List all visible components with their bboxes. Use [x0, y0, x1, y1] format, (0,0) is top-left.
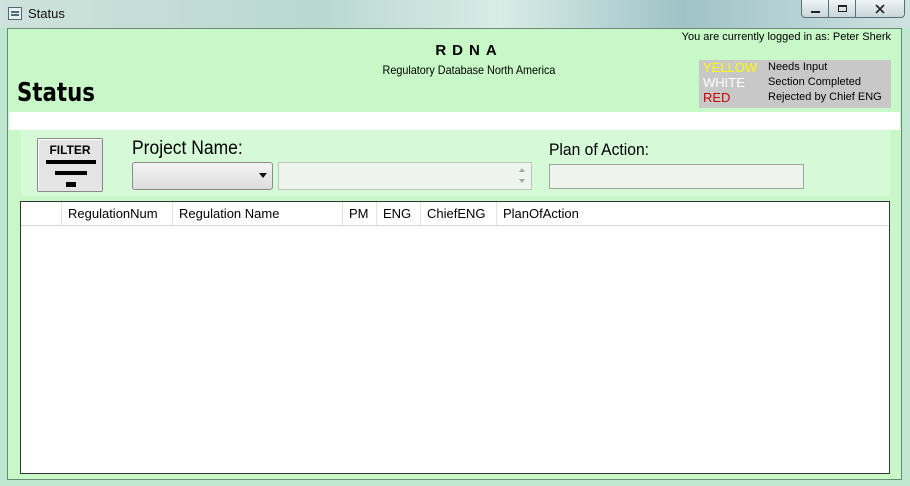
- project-name-textbox[interactable]: [278, 162, 532, 190]
- column-header-regulation-name[interactable]: Regulation Name: [173, 202, 343, 225]
- header-divider: [9, 112, 900, 130]
- row-selector-header[interactable]: [21, 202, 62, 225]
- maximize-icon: [837, 5, 847, 12]
- scroll-down-icon[interactable]: [519, 179, 525, 183]
- filter-button[interactable]: FILTER: [37, 138, 103, 192]
- legend-key-yellow: YELLOW: [703, 60, 758, 75]
- legend-row-white: WHITE Section Completed: [699, 75, 891, 90]
- legend-key-red: RED: [703, 90, 731, 105]
- app-subtitle: Regulatory Database North America: [382, 63, 556, 77]
- scroll-spinner[interactable]: [516, 164, 530, 188]
- project-name-label: Project Name:: [132, 138, 243, 159]
- main-frame: Status RDNA Regulatory Database North Am…: [7, 28, 902, 480]
- grid-header: RegulationNum Regulation Name PM ENG Chi…: [21, 202, 889, 226]
- column-header-plan-of-action[interactable]: PlanOfAction: [497, 202, 889, 225]
- title-bar[interactable]: Status: [0, 0, 910, 28]
- minimize-icon: [810, 10, 820, 13]
- close-icon: [875, 3, 885, 14]
- project-name-dropdown[interactable]: [132, 162, 273, 190]
- legend-row-red: RED Rejected by Chief ENG: [699, 90, 891, 105]
- close-button[interactable]: [856, 0, 905, 18]
- app-name: RDNA: [435, 42, 503, 59]
- column-header-pm[interactable]: PM: [343, 202, 377, 225]
- legend-desc-white: Section Completed: [768, 76, 861, 88]
- filter-icon: [46, 160, 96, 190]
- scroll-up-icon[interactable]: [519, 168, 525, 172]
- window-title: Status: [28, 6, 65, 21]
- header: Status RDNA Regulatory Database North Am…: [9, 30, 900, 112]
- maximize-button[interactable]: [829, 0, 856, 18]
- column-header-regulation-num[interactable]: RegulationNum: [62, 202, 173, 225]
- color-legend: YELLOW Needs Input WHITE Section Complet…: [699, 60, 891, 108]
- login-status: You are currently logged in as: Peter Sh…: [681, 31, 891, 43]
- plan-of-action-input[interactable]: [549, 164, 804, 189]
- plan-of-action-label: Plan of Action:: [549, 140, 649, 159]
- filter-button-label: FILTER: [49, 143, 91, 157]
- legend-row-yellow: YELLOW Needs Input: [699, 60, 891, 75]
- dropdown-arrow-icon: [259, 173, 267, 178]
- column-header-chief-eng[interactable]: ChiefENG: [421, 202, 497, 225]
- page-title: Status: [17, 78, 96, 108]
- legend-desc-red: Rejected by Chief ENG: [768, 91, 882, 103]
- column-header-eng[interactable]: ENG: [377, 202, 421, 225]
- window-controls: [801, 0, 905, 19]
- app-window-icon[interactable]: [8, 7, 22, 20]
- minimize-button[interactable]: [801, 0, 829, 18]
- status-grid[interactable]: RegulationNum Regulation Name PM ENG Chi…: [20, 201, 890, 474]
- legend-desc-yellow: Needs Input: [768, 61, 828, 73]
- filter-panel: FILTER Project Name: Plan of Action:: [21, 130, 890, 196]
- legend-key-white: WHITE: [703, 75, 745, 90]
